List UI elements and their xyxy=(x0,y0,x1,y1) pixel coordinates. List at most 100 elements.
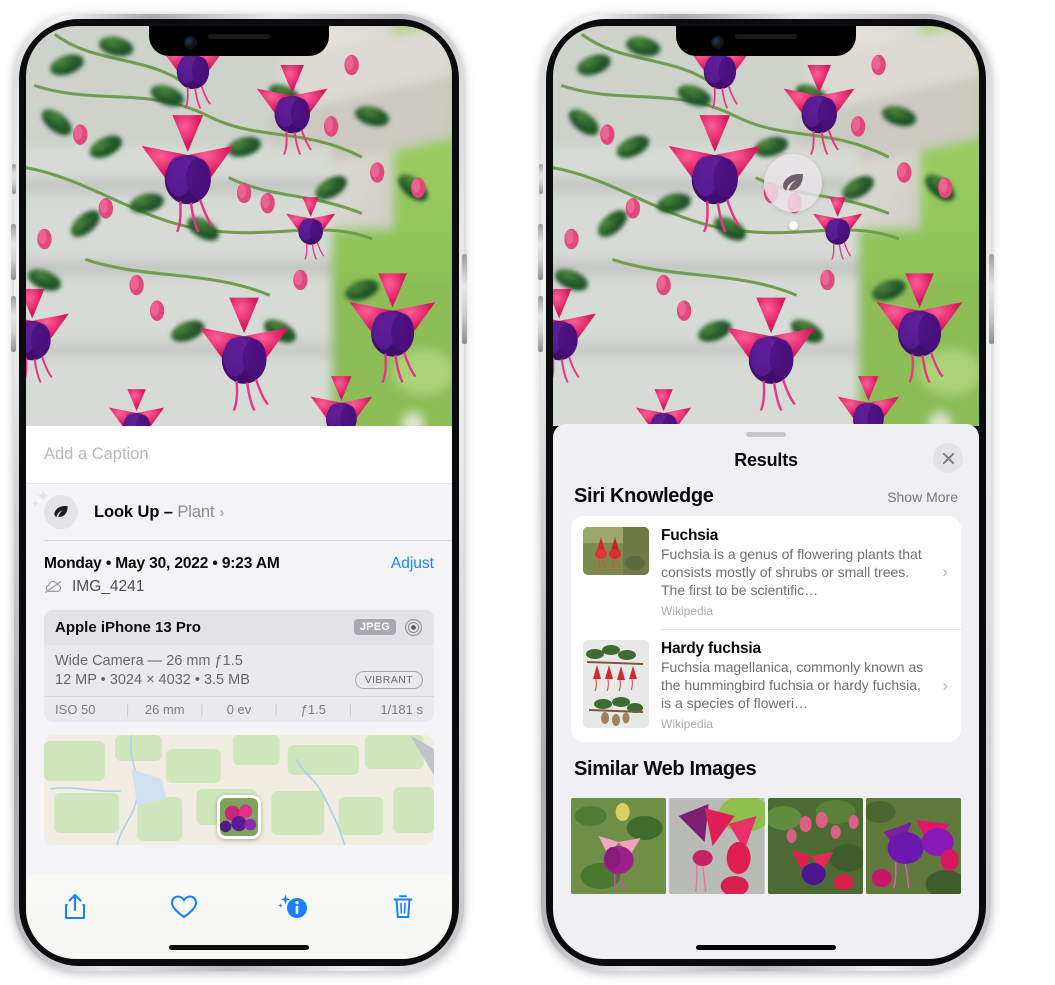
similar-thumb xyxy=(669,797,765,894)
screen-left: Add a Caption ✦ ✦ Look Up – Plant › Mond… xyxy=(26,26,452,959)
volume-up-button[interactable] xyxy=(538,224,543,280)
look-up-row[interactable]: ✦ ✦ Look Up – Plant › xyxy=(26,484,452,540)
results-sheet: Results Siri Knowledge Show More Fuchsia… xyxy=(553,424,979,959)
siri-knowledge-title: Siri Knowledge xyxy=(574,485,714,507)
siri-knowledge-header: Siri Knowledge Show More xyxy=(553,483,979,516)
leaf-icon xyxy=(44,495,78,529)
datetime-row: Monday • May 30, 2022 • 9:23 AM Adjust xyxy=(26,541,452,573)
similar-web-images-header: Similar Web Images xyxy=(553,742,979,789)
look-up-label-group: Look Up – Plant › xyxy=(94,503,224,522)
earpiece-speaker xyxy=(735,34,797,39)
size-info-row: 12 MP • 3024 × 4032 • 3.5 MB VIBRANT xyxy=(55,670,423,690)
exif-aperture: ƒ1.5 xyxy=(300,701,326,717)
home-indicator[interactable] xyxy=(696,945,836,950)
exif-ev: 0 ev xyxy=(226,701,252,717)
aperture-icon[interactable] xyxy=(404,618,423,637)
exif-iso: ISO 50 xyxy=(55,701,96,717)
share-icon xyxy=(64,893,86,920)
phone-right: Results Siri Knowledge Show More Fuchsia… xyxy=(538,14,994,971)
similar-web-images-title: Similar Web Images xyxy=(574,757,757,780)
home-indicator[interactable] xyxy=(169,945,309,950)
similar-thumb xyxy=(571,797,667,894)
leaf-glyph xyxy=(783,174,803,191)
similar-image-1[interactable] xyxy=(571,797,667,894)
entry-source: Wikipedia xyxy=(661,603,714,618)
similar-web-images-grid xyxy=(553,797,979,894)
badge-anchor-dot xyxy=(788,221,798,230)
size-info: 12 MP • 3024 × 4032 • 3.5 MB xyxy=(55,671,250,688)
location-map-card[interactable] xyxy=(44,734,434,845)
entry-thumbnail xyxy=(583,640,649,729)
notch xyxy=(676,26,856,56)
volume-up-button[interactable] xyxy=(11,224,16,280)
similar-image-4[interactable] xyxy=(865,797,961,894)
photographic-style-pill: VIBRANT xyxy=(354,670,423,689)
results-title: Results xyxy=(734,449,798,470)
delete-button[interactable] xyxy=(380,887,426,927)
similar-thumb xyxy=(767,797,863,894)
knowledge-entry-hardy-fuchsia[interactable]: Hardy fuchsia Fuchsia magellanica, commo… xyxy=(571,629,961,742)
camera-device: Apple iPhone 13 Pro xyxy=(55,618,201,636)
info-button[interactable] xyxy=(271,887,317,927)
fuchsia-thumb xyxy=(583,527,649,575)
entry-title: Hardy fuchsia xyxy=(661,640,761,658)
exif-row: ISO 50 | 26 mm | 0 ev | ƒ1.5 | 1/181 s xyxy=(44,695,434,722)
photo-filename: IMG_4241 xyxy=(72,577,145,595)
chevron-right-icon[interactable]: › xyxy=(942,562,948,582)
similar-thumb xyxy=(865,797,961,894)
photo-datetime: Monday • May 30, 2022 • 9:23 AM xyxy=(44,554,280,572)
notch xyxy=(149,26,329,56)
siri-knowledge-card: Fuchsia Fuchsia is a genus of flowering … xyxy=(571,516,961,742)
entry-body: Hardy fuchsia Fuchsia magellanica, commo… xyxy=(661,640,949,731)
caption-row[interactable]: Add a Caption xyxy=(26,426,452,484)
close-button[interactable] xyxy=(933,443,963,473)
chevron-right-icon[interactable]: › xyxy=(219,504,224,521)
map-pin-thumb xyxy=(220,797,258,836)
show-more-button[interactable]: Show More xyxy=(887,489,958,505)
power-button[interactable] xyxy=(989,254,994,344)
chevron-right-icon[interactable]: › xyxy=(942,676,948,696)
info-sparkle-icon xyxy=(277,894,307,918)
screenshot-stage: Add a Caption ✦ ✦ Look Up – Plant › Mond… xyxy=(0,0,1055,985)
entry-description: Fuchsia magellanica, commonly known as t… xyxy=(661,659,924,712)
entry-body: Fuchsia Fuchsia is a genus of flowering … xyxy=(661,527,949,618)
entry-title: Fuchsia xyxy=(661,527,719,544)
results-header: Results xyxy=(553,437,979,483)
hardy-fuchsia-thumb xyxy=(583,640,649,729)
exif-shutter: 1/181 s xyxy=(380,701,424,717)
metadata-header-right: JPEG xyxy=(353,618,423,637)
caption-input[interactable]: Add a Caption xyxy=(44,445,149,464)
filename-row: IMG_4241 xyxy=(26,573,452,596)
power-button[interactable] xyxy=(462,254,467,344)
look-up-subject: Plant xyxy=(177,502,215,521)
share-button[interactable] xyxy=(52,887,98,927)
phone-left: Add a Caption ✦ ✦ Look Up – Plant › Mond… xyxy=(11,14,467,971)
trash-icon xyxy=(393,895,413,918)
silent-switch[interactable] xyxy=(12,164,16,194)
silent-switch[interactable] xyxy=(539,164,543,194)
similar-image-3[interactable] xyxy=(767,797,863,894)
map-photo-pin[interactable] xyxy=(217,794,261,839)
close-icon xyxy=(942,452,954,464)
favorite-button[interactable] xyxy=(161,887,207,927)
photo-viewer[interactable] xyxy=(553,26,979,426)
cloud-slash-icon xyxy=(45,580,62,593)
volume-down-button[interactable] xyxy=(538,296,543,352)
metadata-header: Apple iPhone 13 Pro JPEG xyxy=(44,609,434,645)
similar-image-2[interactable] xyxy=(669,797,765,894)
photo-viewer[interactable] xyxy=(26,26,452,426)
earpiece-speaker xyxy=(208,34,270,39)
exif-focal: 26 mm xyxy=(144,701,185,717)
adjust-button[interactable]: Adjust xyxy=(391,555,434,573)
leaf-glyph xyxy=(54,506,68,518)
volume-down-button[interactable] xyxy=(11,296,16,352)
fuchsia-photo xyxy=(26,26,452,426)
visual-lookup-badge[interactable] xyxy=(764,154,822,230)
heart-icon xyxy=(171,895,198,919)
format-badge: JPEG xyxy=(353,619,396,635)
sparkle-icon-small: ✦ xyxy=(31,499,40,510)
metadata-body: Wide Camera — 26 mm ƒ1.5 12 MP • 3024 × … xyxy=(44,645,434,696)
front-camera xyxy=(185,37,196,48)
front-camera xyxy=(712,37,723,48)
knowledge-entry-fuchsia[interactable]: Fuchsia Fuchsia is a genus of flowering … xyxy=(571,516,961,629)
